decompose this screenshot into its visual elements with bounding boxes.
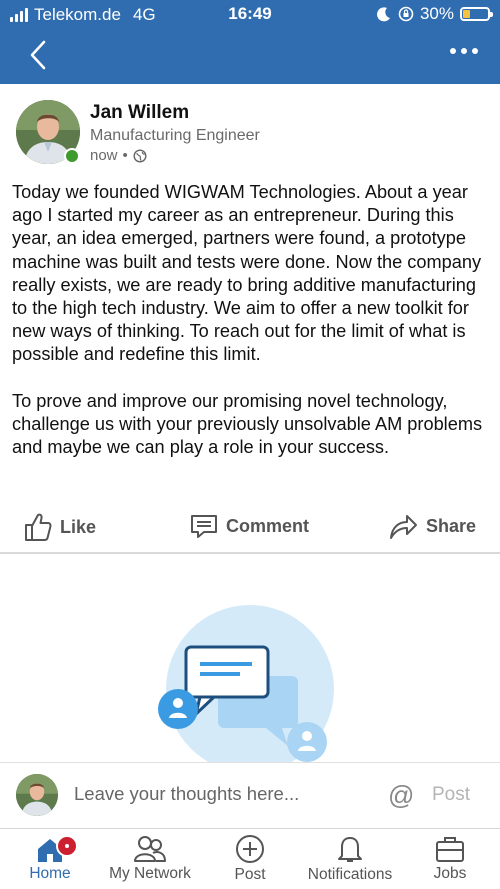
network-icon	[134, 836, 166, 862]
comment-input[interactable]: Leave your thoughts here...	[74, 783, 374, 805]
status-bar: Telekom.de 4G 16:49 30%	[0, 0, 500, 28]
bell-icon	[338, 837, 362, 862]
nav-post-label: Post	[234, 866, 266, 883]
post-comment-button[interactable]: Post	[432, 784, 470, 806]
online-status-indicator	[64, 148, 80, 164]
share-label: Share	[426, 515, 477, 536]
nav-home-label: Home	[29, 865, 71, 882]
orientation-lock-icon	[398, 6, 414, 22]
author-headline: Manufacturing Engineer	[90, 127, 260, 144]
post-timestamp: now	[90, 147, 118, 164]
nav-jobs-label: Jobs	[433, 865, 467, 882]
comment-composer: Leave your thoughts here... @ Post	[0, 762, 500, 828]
share-button[interactable]: Share	[388, 512, 476, 540]
back-button[interactable]	[26, 38, 50, 72]
battery-icon	[460, 7, 493, 21]
post-body-text: Today we founded WIGWAM Technologies. Ab…	[12, 182, 483, 458]
nav-notifications[interactable]: Notifications	[300, 833, 400, 884]
author-name[interactable]: Jan Willem	[90, 102, 189, 124]
notification-badge	[56, 835, 78, 857]
comments-empty-illustration	[0, 556, 500, 762]
post-author[interactable]: Jan Willem Manufacturing Engineer now •	[16, 100, 484, 170]
nav-my-network-label: My Network	[109, 865, 191, 882]
post-meta: now •	[90, 147, 147, 164]
comment-button[interactable]: Comment	[190, 512, 309, 540]
share-icon	[390, 515, 417, 539]
briefcase-icon	[436, 837, 464, 862]
nav-my-network[interactable]: My Network	[100, 833, 200, 883]
like-button[interactable]: Like	[24, 512, 96, 542]
nav-home[interactable]: Home	[24, 833, 78, 883]
plus-circle-icon	[236, 835, 264, 863]
app-header: Telekom.de 4G 16:49 30%	[0, 0, 500, 84]
nav-jobs[interactable]: Jobs	[424, 833, 476, 883]
thumbs-up-icon	[25, 513, 52, 541]
nav-notifications-label: Notifications	[307, 866, 393, 883]
comment-icon	[191, 515, 217, 538]
globe-icon	[133, 148, 147, 163]
comment-label: Comment	[226, 515, 310, 536]
bottom-navigation: Home My Network Post Notifications Jobs	[0, 828, 500, 889]
post-actions: Like Comment Share	[0, 506, 500, 554]
current-user-avatar	[16, 774, 58, 816]
like-label: Like	[60, 516, 97, 537]
battery-percent: 30%	[419, 4, 454, 23]
moon-icon	[377, 7, 390, 22]
nav-post[interactable]: Post	[224, 833, 276, 884]
mention-button[interactable]: @	[388, 780, 414, 811]
more-options-button[interactable]	[450, 48, 478, 54]
